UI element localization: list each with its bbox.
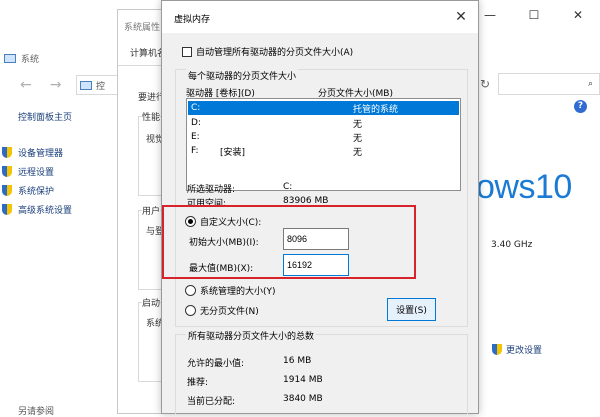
drive-list[interactable]: C: 托管的系统 D: 无 E: 无 F: [安装] 无 [186, 98, 461, 191]
drive-paging-size: 无 [353, 133, 363, 144]
min-allowed-row: 允许的最小值: 16 MB [187, 356, 311, 369]
set-button[interactable]: 设置(S) [387, 298, 436, 321]
highlight-box [162, 205, 416, 279]
drive-letter: E: [191, 132, 200, 142]
drive-row-c[interactable]: C: 托管的系统 [188, 101, 459, 115]
windows-logo-text: ows10 [476, 168, 572, 206]
no-paging-radio[interactable] [185, 305, 196, 316]
address-breadcrumb[interactable]: 控 [96, 79, 105, 92]
sidebar: 控制面板主页 设备管理器 远程设置 系统保护 高级系统设置 [2, 110, 72, 219]
sidebar-item-device-manager[interactable]: 设备管理器 [2, 143, 72, 162]
system-managed-radio[interactable] [185, 285, 196, 296]
see-also-heading: 另请参阅 [18, 407, 55, 417]
shield-icon [2, 147, 12, 158]
drive-letter: F: [191, 146, 199, 156]
auto-manage-checkbox-row[interactable]: 自动管理所有驱动器的分页文件大小(A) [182, 45, 353, 58]
min-allowed-label: 允许的最小值: [187, 359, 245, 369]
maximize-button[interactable]: ☐ [512, 0, 556, 30]
total-group-heading: 所有驱动器分页文件大小的总数 [186, 329, 317, 342]
current-allocated-row: 当前已分配: 3840 MB [187, 394, 323, 407]
dialog-title: 虚拟内存 [174, 15, 211, 25]
forward-arrow-icon[interactable]: → [50, 77, 62, 93]
selected-drive-label: 所选驱动器: [187, 185, 236, 195]
performance-heading: 性能 [142, 110, 161, 123]
drive-paging-size: 托管的系统 [353, 104, 399, 115]
group-heading: 每个驱动器的分页文件大小 [186, 69, 299, 82]
no-paging-option[interactable]: 无分页文件(N) [185, 304, 259, 317]
user-profile-heading: 用户 [142, 204, 161, 217]
no-paging-label: 无分页文件(N) [200, 307, 259, 317]
sidebar-item-label: 设备管理器 [18, 149, 64, 159]
sidebar-item-label: 高级系统设置 [18, 206, 73, 216]
properties-title: 系统属性 [124, 23, 161, 33]
drive-letter: C: [191, 103, 201, 113]
drive-label: [安装] [220, 147, 246, 158]
change-settings-label: 更改设置 [506, 346, 543, 356]
system-managed-option[interactable]: 系统管理的大小(Y) [185, 284, 276, 297]
drive-paging-size: 无 [353, 147, 363, 158]
sidebar-home-link[interactable]: 控制面板主页 [18, 110, 72, 123]
system-window-title: 系统 [4, 52, 39, 65]
close-icon[interactable]: ✕ [444, 1, 478, 33]
startup-heading: 启动 [142, 296, 161, 309]
sidebar-item-label: 远程设置 [18, 168, 55, 178]
sidebar-item-label: 系统保护 [18, 187, 55, 197]
sidebar-item-system-protection[interactable]: 系统保护 [2, 181, 72, 200]
selected-drive-row: 所选驱动器: C: [187, 182, 292, 195]
drive-row-e[interactable]: E: 无 [188, 130, 459, 144]
system-managed-label: 系统管理的大小(Y) [200, 287, 276, 297]
window-title-text: 系统 [21, 55, 40, 65]
drive-row-d[interactable]: D: 无 [188, 116, 459, 130]
window-controls: — ☐ ✕ [468, 0, 600, 30]
drive-paging-size: 无 [353, 119, 363, 130]
dialog-titlebar: 虚拟内存 ✕ [162, 1, 478, 33]
shield-icon [2, 166, 12, 177]
close-window-button[interactable]: ✕ [556, 0, 600, 30]
change-settings-link[interactable]: 更改设置 [492, 343, 542, 356]
monitor-icon [4, 54, 16, 63]
auto-manage-label: 自动管理所有驱动器的分页文件大小(A) [196, 48, 354, 58]
shield-icon [2, 185, 12, 196]
current-allocated-label: 当前已分配: [187, 397, 236, 407]
min-allowed-value: 16 MB [283, 356, 312, 366]
search-icon: ⌕ [587, 79, 593, 89]
recommended-row: 推荐: 1914 MB [187, 375, 323, 388]
shield-icon [492, 344, 502, 355]
drive-letter: D: [191, 118, 201, 128]
sidebar-item-advanced-settings[interactable]: 高级系统设置 [2, 200, 72, 219]
recommended-label: 推荐: [187, 378, 209, 388]
back-arrow-icon[interactable]: ← [20, 77, 32, 93]
search-area: ↻ ⌕ [478, 73, 600, 95]
sidebar-item-remote-settings[interactable]: 远程设置 [2, 162, 72, 181]
monitor-icon [80, 80, 92, 90]
auto-manage-checkbox[interactable] [182, 46, 192, 57]
recommended-value: 1914 MB [283, 375, 323, 385]
shield-icon [2, 204, 12, 215]
search-input[interactable]: ⌕ [498, 73, 600, 95]
current-allocated-value: 3840 MB [283, 394, 323, 404]
selected-drive-value: C: [283, 182, 293, 192]
help-icon[interactable]: ? [574, 100, 587, 113]
cpu-speed: 3.40 GHz [491, 240, 533, 250]
drive-row-f[interactable]: F: [安装] 无 [188, 144, 459, 158]
refresh-icon[interactable]: ↻ [480, 77, 490, 91]
